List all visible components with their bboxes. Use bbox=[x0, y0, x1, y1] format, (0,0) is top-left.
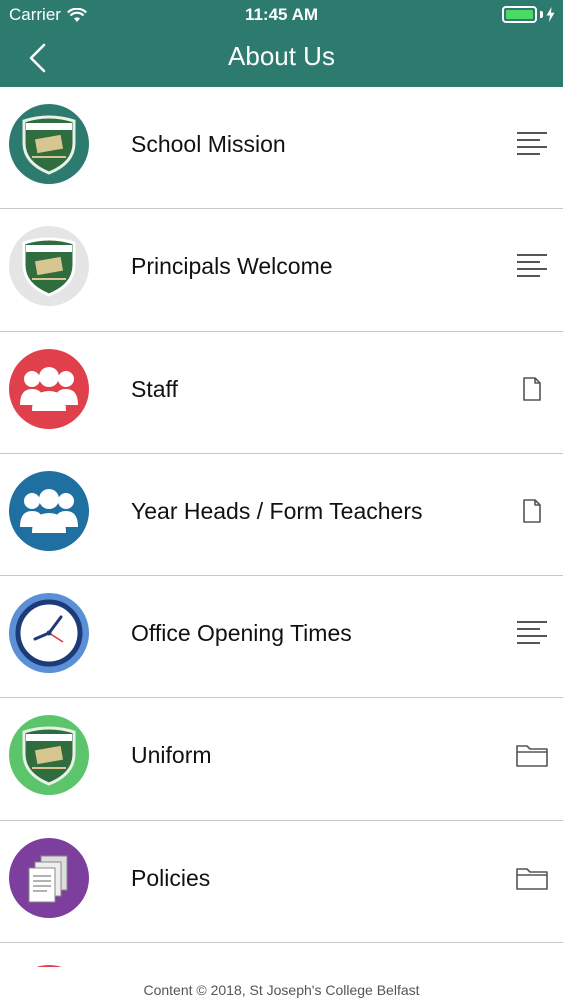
group-icon bbox=[9, 470, 89, 551]
footer-copyright: Content © 2018, St Joseph's College Belf… bbox=[0, 967, 563, 1000]
list-item-principals-welcome[interactable]: Principals Welcome bbox=[0, 209, 563, 332]
crest-icon bbox=[9, 226, 89, 307]
folder-icon bbox=[515, 738, 549, 772]
navigation-bar: About Us bbox=[0, 30, 563, 87]
text-lines-icon bbox=[515, 127, 549, 161]
group-icon bbox=[9, 348, 89, 429]
crest-icon bbox=[9, 104, 89, 184]
list-item-year-heads-form-teachers[interactable]: Year Heads / Form Teachers bbox=[0, 454, 563, 577]
documents-stack-icon bbox=[9, 837, 89, 918]
list-item-office-opening-times[interactable]: Office Opening Times bbox=[0, 576, 563, 699]
list-item-uniform[interactable]: Uniform bbox=[0, 698, 563, 821]
battery-indicator bbox=[502, 6, 555, 23]
battery-icon bbox=[502, 6, 537, 23]
list-item-label: Office Opening Times bbox=[131, 620, 352, 647]
text-lines-icon bbox=[515, 616, 549, 650]
crest-icon bbox=[9, 715, 89, 796]
list-item-label: Staff bbox=[131, 375, 178, 402]
list-item-label: Policies bbox=[131, 864, 211, 891]
list-item-label: Principals Welcome bbox=[131, 253, 333, 280]
page-title: About Us bbox=[228, 41, 335, 71]
list-item-label: Year Heads / Form Teachers bbox=[131, 497, 423, 524]
clock-icon bbox=[9, 593, 89, 674]
folder-icon bbox=[515, 861, 549, 895]
document-icon bbox=[515, 494, 549, 528]
list-item-partial[interactable] bbox=[0, 943, 563, 967]
list-item-policies[interactable]: Policies bbox=[0, 821, 563, 944]
menu-list: School Mission Principals Welcome Staff … bbox=[0, 87, 563, 967]
text-lines-icon bbox=[515, 249, 549, 283]
document-icon bbox=[515, 372, 549, 406]
clock: 11:45 AM bbox=[244, 5, 319, 24]
charging-bolt-icon bbox=[546, 7, 555, 22]
list-item-label: Uniform bbox=[131, 742, 212, 769]
list-item-staff[interactable]: Staff bbox=[0, 332, 563, 454]
list-item-school-mission[interactable]: School Mission bbox=[0, 87, 563, 210]
status-bar: Carrier 11:45 AM bbox=[0, 0, 563, 30]
list-item-label: School Mission bbox=[131, 131, 286, 157]
